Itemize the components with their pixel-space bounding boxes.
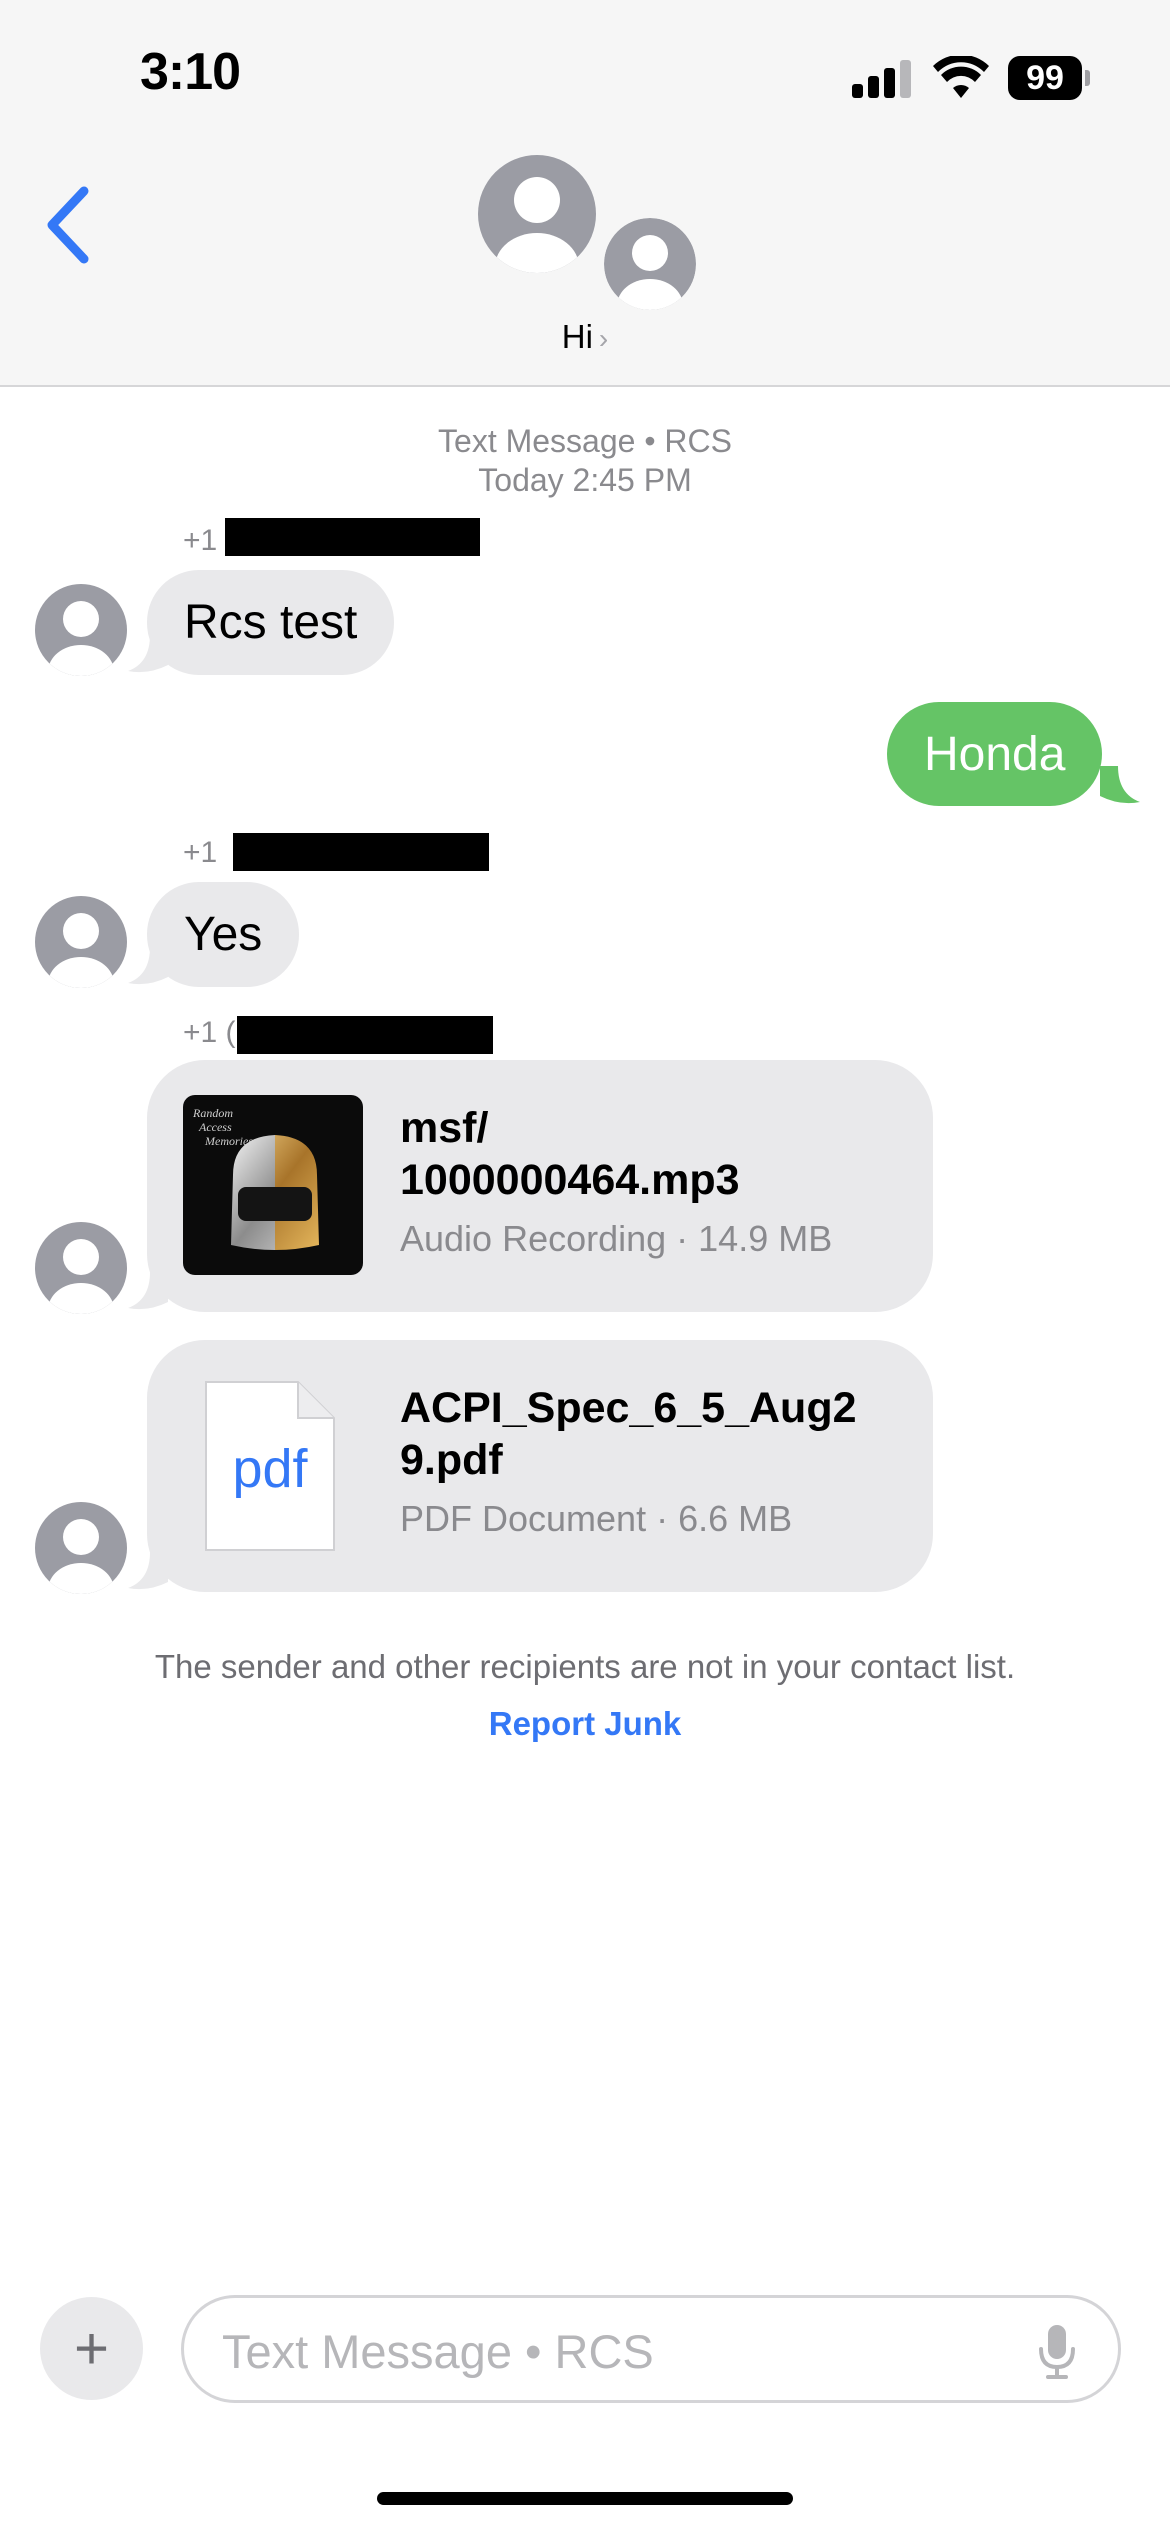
home-indicator[interactable] bbox=[377, 2492, 793, 2505]
wifi-icon bbox=[933, 56, 989, 98]
sender-avatar-icon[interactable] bbox=[35, 896, 127, 988]
contact-name: Hi bbox=[561, 318, 593, 355]
incoming-message-bubble[interactable]: Rcs test bbox=[147, 570, 395, 675]
battery-level: 99 bbox=[1008, 56, 1082, 100]
attachment-filename: msf/ 1000000464.mp3 bbox=[400, 1104, 740, 1204]
sender-number: +1 bbox=[183, 836, 218, 869]
pdf-attachment-bubble[interactable]: pdf ACPI_Spec_6_5_Aug2 9.pdf PDF Documen… bbox=[147, 1340, 933, 1592]
svg-text:Access: Access bbox=[198, 1120, 232, 1134]
sender-number: +1 bbox=[183, 524, 218, 557]
message-input[interactable] bbox=[220, 2312, 1004, 2390]
contact-avatar-icon bbox=[599, 213, 701, 315]
incoming-message-bubble[interactable]: Yes bbox=[147, 882, 300, 987]
microphone-icon[interactable] bbox=[1037, 2323, 1077, 2381]
battery-icon: 99 bbox=[1008, 56, 1090, 100]
sender-avatar-icon[interactable] bbox=[35, 1502, 127, 1594]
bubble-tail bbox=[128, 1552, 168, 1590]
sender-avatar-icon[interactable] bbox=[35, 1222, 127, 1314]
group-avatar[interactable] bbox=[478, 155, 701, 315]
outgoing-message-bubble[interactable]: Honda bbox=[887, 702, 1103, 806]
redaction-box bbox=[225, 518, 480, 556]
conversation-timestamp: Today 2:45 PM bbox=[478, 462, 692, 498]
sender-number: +1 ( bbox=[183, 1016, 236, 1049]
attachment-filename: ACPI_Spec_6_5_Aug2 9.pdf bbox=[400, 1384, 857, 1484]
redaction-box bbox=[237, 1016, 493, 1054]
unknown-sender-notice: The sender and other recipients are not … bbox=[154, 1648, 1016, 1685]
sender-avatar-icon[interactable] bbox=[35, 584, 127, 676]
conversation-header: 3:10 99 Hi › bbox=[0, 0, 1170, 387]
album-art-icon: Random Access Memories bbox=[183, 1095, 363, 1275]
cellular-signal-icon bbox=[852, 58, 912, 98]
attachment-details: Audio Recording · 14.9 MB bbox=[400, 1218, 833, 1259]
pdf-file-icon: pdf bbox=[202, 1378, 338, 1554]
report-junk-link[interactable]: Report Junk bbox=[0, 1705, 1170, 1743]
contact-avatar-icon bbox=[478, 155, 596, 273]
message-text: Honda bbox=[924, 727, 1066, 781]
bubble-tail bbox=[128, 1272, 168, 1310]
message-input-field[interactable] bbox=[181, 2295, 1121, 2403]
service-label: Text Message • RCS bbox=[438, 423, 732, 459]
svg-text:Random: Random bbox=[192, 1106, 233, 1120]
attachment-details: PDF Document · 6.6 MB bbox=[400, 1498, 793, 1539]
plus-icon: + bbox=[73, 2315, 110, 2382]
pdf-icon-label: pdf bbox=[232, 1439, 308, 1499]
message-text: Yes bbox=[184, 908, 263, 961]
back-chevron-icon[interactable] bbox=[40, 183, 100, 267]
message-text: Rcs test bbox=[184, 596, 358, 649]
add-attachment-button[interactable]: + bbox=[40, 2297, 143, 2400]
chevron-right-icon: › bbox=[598, 323, 609, 354]
contact-name-button[interactable]: Hi › bbox=[0, 318, 1170, 356]
status-time: 3:10 bbox=[140, 43, 241, 101]
audio-attachment-bubble[interactable]: Random Access Memories msf/ 1000000464.m… bbox=[147, 1060, 933, 1312]
bubble-tail bbox=[1100, 766, 1140, 804]
redaction-box bbox=[233, 833, 489, 871]
